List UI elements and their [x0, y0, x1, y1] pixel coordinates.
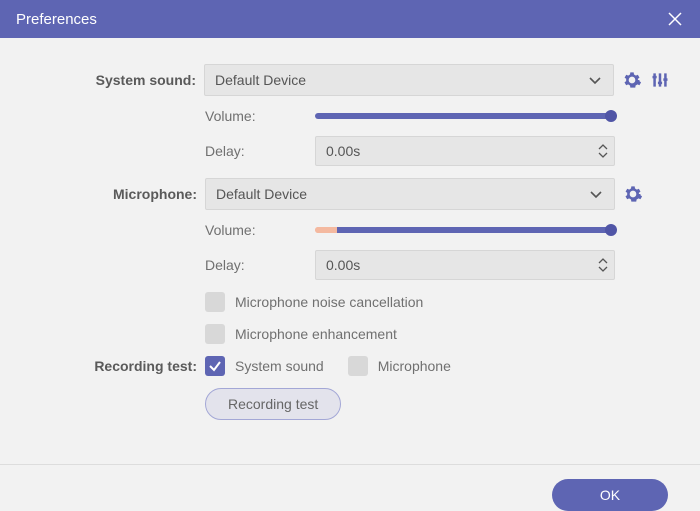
microphone-volume-label: Volume: — [205, 222, 315, 238]
microphone-settings-icon[interactable] — [623, 184, 643, 204]
recording-system-sound-label: System sound — [235, 358, 324, 374]
system-delay-value: 0.00s — [326, 143, 360, 159]
slider-thumb[interactable] — [605, 110, 617, 122]
recording-test-label: Recording test: — [30, 358, 205, 374]
chevron-down-icon — [588, 186, 604, 202]
ok-button[interactable]: OK — [552, 479, 668, 511]
close-icon[interactable] — [666, 10, 684, 28]
system-delay-stepper[interactable]: 0.00s — [315, 136, 615, 166]
content: System sound: Default Device Volume: Del… — [0, 38, 700, 442]
system-sound-value: Default Device — [215, 72, 306, 88]
microphone-delay-stepper[interactable]: 0.00s — [315, 250, 615, 280]
enhancement-label: Microphone enhancement — [235, 326, 397, 342]
stepper-up-icon[interactable] — [598, 143, 608, 151]
sound-mixer-icon[interactable] — [650, 70, 670, 90]
chevron-down-icon — [587, 72, 603, 88]
system-volume-label: Volume: — [205, 108, 315, 124]
recording-system-sound-checkbox[interactable] — [205, 356, 225, 376]
stepper-down-icon[interactable] — [598, 151, 608, 159]
microphone-value: Default Device — [216, 186, 307, 202]
stepper-up-icon[interactable] — [598, 257, 608, 265]
titlebar: Preferences — [0, 0, 700, 38]
microphone-label: Microphone: — [30, 186, 205, 202]
microphone-select[interactable]: Default Device — [205, 178, 615, 210]
stepper-down-icon[interactable] — [598, 265, 608, 273]
window-title: Preferences — [16, 11, 97, 28]
system-sound-settings-icon[interactable] — [622, 70, 642, 90]
system-sound-select[interactable]: Default Device — [204, 64, 614, 96]
microphone-delay-value: 0.00s — [326, 257, 360, 273]
system-delay-label: Delay: — [205, 143, 315, 159]
microphone-delay-label: Delay: — [205, 257, 315, 273]
noise-cancellation-label: Microphone noise cancellation — [235, 294, 423, 310]
noise-cancellation-checkbox[interactable] — [205, 292, 225, 312]
enhancement-checkbox[interactable] — [205, 324, 225, 344]
recording-microphone-checkbox[interactable] — [348, 356, 368, 376]
microphone-volume-slider[interactable] — [315, 227, 615, 233]
slider-thumb[interactable] — [605, 224, 617, 236]
footer: OK — [0, 465, 700, 511]
system-sound-label: System sound: — [30, 72, 204, 88]
recording-test-button[interactable]: Recording test — [205, 388, 341, 420]
system-volume-slider[interactable] — [315, 113, 615, 119]
recording-microphone-label: Microphone — [378, 358, 451, 374]
